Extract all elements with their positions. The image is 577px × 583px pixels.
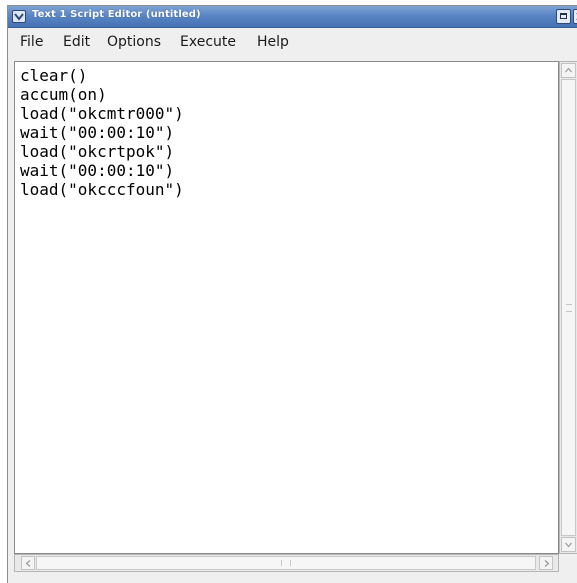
menu-bar: File Edit Options Execute Help [8, 28, 577, 54]
scroll-left-button[interactable] [21, 556, 35, 570]
arrow-right-icon [544, 560, 550, 567]
code-line: load("okcccfoun") [20, 180, 184, 199]
vertical-scrollbar[interactable] [559, 61, 577, 554]
maximize-icon [560, 13, 567, 19]
code-line: load("okcrtpok") [20, 142, 175, 161]
scroll-right-button[interactable] [539, 556, 553, 570]
title-bar[interactable]: Text 1 Script Editor (untitled) [8, 6, 577, 28]
maximize-button[interactable] [556, 9, 571, 24]
code-line: clear() [20, 66, 88, 85]
menu-options[interactable]: Options [107, 34, 161, 50]
arrow-up-icon [565, 67, 572, 73]
arrow-down-icon [565, 542, 572, 548]
horizontal-scrollbar[interactable] [14, 554, 559, 572]
chevron-down-icon [14, 13, 24, 21]
code-line: wait("00:00:10") [20, 161, 175, 180]
window-menu-button[interactable] [12, 10, 26, 23]
code-line: accum(on) [20, 85, 107, 104]
scroll-up-button[interactable] [561, 63, 576, 78]
grip-icon [566, 304, 572, 312]
code-line: wait("00:00:10") [20, 123, 175, 142]
window-title: Text 1 Script Editor (untitled) [32, 9, 201, 20]
vertical-scroll-thumb[interactable] [561, 79, 576, 536]
code-line: load("okcmtr000") [20, 104, 184, 123]
grip-icon [281, 560, 291, 566]
horizontal-scroll-thumb[interactable] [36, 556, 536, 570]
scroll-down-button[interactable] [561, 537, 576, 552]
menu-edit[interactable]: Edit [63, 34, 90, 50]
scrollbar-corner [559, 554, 577, 572]
menu-help[interactable]: Help [257, 34, 289, 50]
menu-execute[interactable]: Execute [180, 34, 236, 50]
script-text-area[interactable]: clear() accum(on) load("okcmtr000") wait… [14, 61, 559, 554]
close-button[interactable] [573, 9, 577, 24]
menu-file[interactable]: File [20, 34, 43, 50]
arrow-left-icon [25, 560, 31, 567]
script-editor-window: Text 1 Script Editor (untitled) File Edi… [7, 5, 577, 583]
